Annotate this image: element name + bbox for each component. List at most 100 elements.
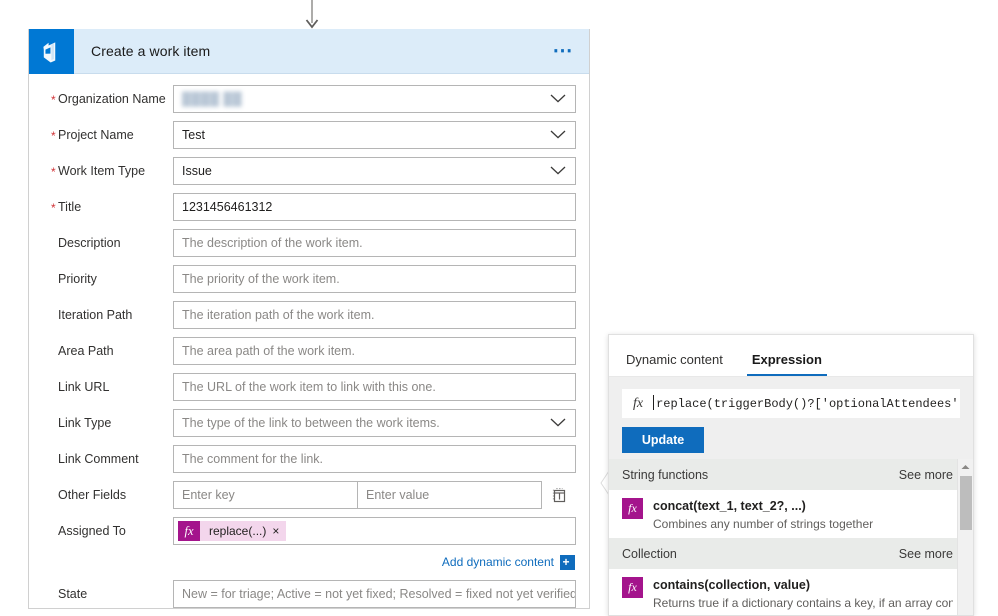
required-marker: *	[51, 201, 56, 215]
scroll-thumb[interactable]	[960, 476, 972, 530]
expression-input[interactable]: fx replace(triggerBody()?['optionalAtten…	[622, 389, 960, 418]
field-row-description: Description The description of the work …	[42, 228, 576, 258]
function-list-scrollbar[interactable]	[957, 459, 973, 615]
function-group-name: String functions	[622, 467, 709, 482]
field-row-link-comment: Link Comment The comment for the link.	[42, 444, 576, 474]
assigned-to-input[interactable]: fx replace(...) ×	[173, 517, 576, 545]
fx-icon: fx	[178, 521, 200, 541]
field-row-link-url: Link URL The URL of the work item to lin…	[42, 372, 576, 402]
work-item-type-dropdown[interactable]: Issue	[173, 157, 576, 185]
chevron-down-icon	[550, 416, 566, 430]
other-fields-group: Enter key Enter value	[173, 481, 576, 509]
field-label-assigned-to: Assigned To	[58, 524, 126, 538]
chevron-down-icon	[550, 128, 566, 142]
arrow-down-icon	[305, 0, 319, 30]
link-type-placeholder: The type of the link to between the work…	[182, 416, 440, 430]
action-card-header: Create a work item ⋯	[29, 28, 589, 74]
expression-token-label: replace(...)	[209, 524, 267, 538]
field-label-link-type: Link Type	[58, 416, 112, 430]
field-row-assigned-to: Assigned To fx replace(...) ×	[42, 516, 576, 546]
field-row-other-fields: Other Fields Enter key Enter value	[42, 480, 576, 510]
priority-input[interactable]: The priority of the work item.	[173, 265, 576, 293]
function-text: concat(text_1, text_2?, ...) Combines an…	[653, 497, 873, 531]
field-label-link-comment: Link Comment	[58, 452, 139, 466]
project-name-dropdown[interactable]: Test	[173, 121, 576, 149]
plus-icon[interactable]: +	[560, 554, 575, 570]
iteration-path-input[interactable]: The iteration path of the work item.	[173, 301, 576, 329]
function-description: Combines any number of strings together	[653, 517, 874, 531]
field-row-project-name: * Project Name Test	[42, 120, 576, 150]
tab-expression[interactable]: Expression	[746, 352, 828, 376]
area-path-placeholder: The area path of the work item.	[182, 344, 356, 358]
state-placeholder: New = for triage; Active = not yet fixed…	[182, 587, 576, 601]
function-group-header-collection: Collection See more	[609, 538, 973, 569]
field-label-description: Description	[58, 236, 121, 250]
state-input[interactable]: New = for triage; Active = not yet fixed…	[173, 580, 576, 608]
field-row-work-item-type: * Work Item Type Issue	[42, 156, 576, 186]
field-label-link-url: Link URL	[58, 380, 110, 394]
other-fields-value-input[interactable]: Enter value	[358, 481, 542, 509]
field-row-iteration-path: Iteration Path The iteration path of the…	[42, 300, 576, 330]
function-list: String functions See more fx concat(text…	[609, 459, 973, 615]
see-more-link[interactable]: See more	[899, 547, 953, 561]
function-item-contains[interactable]: fx contains(collection, value) Returns t…	[609, 569, 973, 615]
priority-placeholder: The priority of the work item.	[182, 272, 340, 286]
update-button[interactable]: Update	[622, 427, 704, 453]
field-label-iteration-path: Iteration Path	[58, 308, 133, 322]
function-group-name: Collection	[622, 546, 677, 561]
field-label-area-path: Area Path	[58, 344, 114, 358]
fx-icon: fx	[622, 498, 643, 519]
chevron-down-icon	[550, 164, 566, 178]
organization-name-dropdown[interactable]: ████ ██	[173, 85, 576, 113]
fx-icon: fx	[622, 577, 643, 598]
field-label-other-fields: Other Fields	[58, 488, 127, 502]
field-row-priority: Priority The priority of the work item.	[42, 264, 576, 294]
chevron-down-icon	[550, 92, 566, 106]
title-value: 1231456461312	[182, 200, 273, 214]
expression-editor-area: fx replace(triggerBody()?['optionalAtten…	[609, 377, 973, 453]
field-row-link-type: Link Type The type of the link to betwee…	[42, 408, 576, 438]
field-row-title: * Title 1231456461312	[42, 192, 576, 222]
field-label-state: State	[58, 587, 88, 601]
expression-value: replace(triggerBody()?['optionalAttendee…	[653, 394, 959, 411]
dynamic-content-panel: Dynamic content Expression fx replace(tr…	[608, 334, 974, 616]
action-card-title: Create a work item	[91, 43, 211, 59]
field-row-area-path: Area Path The area path of the work item…	[42, 336, 576, 366]
expression-token[interactable]: fx replace(...) ×	[178, 521, 287, 541]
description-placeholder: The description of the work item.	[182, 236, 363, 250]
azure-devops-icon	[29, 28, 74, 74]
function-signature: concat(text_1, text_2?, ...)	[653, 499, 806, 513]
dynamic-content-tabs: Dynamic content Expression	[609, 335, 973, 377]
add-dynamic-content-link[interactable]: Add dynamic content	[442, 555, 554, 569]
function-text: contains(collection, value) Returns true…	[653, 576, 953, 610]
action-card: Create a work item ⋯ * Organization Name…	[28, 28, 590, 609]
project-name-value: Test	[182, 128, 205, 142]
scroll-up-icon[interactable]	[958, 459, 973, 475]
iteration-path-placeholder: The iteration path of the work item.	[182, 308, 375, 322]
organization-name-value: ████ ██	[182, 92, 243, 106]
field-label-title: * Title	[51, 200, 82, 215]
field-row-organization-name: * Organization Name ████ ██	[42, 84, 576, 114]
close-icon[interactable]: ×	[272, 525, 286, 537]
other-fields-value-placeholder: Enter value	[366, 488, 430, 502]
action-card-body: * Organization Name ████ ██ * Project Na…	[29, 74, 589, 616]
function-signature: contains(collection, value)	[653, 578, 810, 592]
required-marker: *	[51, 165, 56, 179]
work-item-type-value: Issue	[182, 164, 212, 178]
other-fields-key-placeholder: Enter key	[182, 488, 235, 502]
field-row-state: State New = for triage; Active = not yet…	[42, 579, 576, 609]
link-comment-input[interactable]: The comment for the link.	[173, 445, 576, 473]
description-input[interactable]: The description of the work item.	[173, 229, 576, 257]
action-card-menu-button[interactable]: ⋯	[553, 41, 576, 61]
area-path-input[interactable]: The area path of the work item.	[173, 337, 576, 365]
trash-icon[interactable]	[542, 487, 576, 503]
tab-dynamic-content[interactable]: Dynamic content	[621, 352, 728, 376]
field-label-organization-name: * Organization Name	[51, 92, 166, 107]
function-item-concat[interactable]: fx concat(text_1, text_2?, ...) Combines…	[609, 490, 973, 538]
title-input[interactable]: 1231456461312	[173, 193, 576, 221]
link-type-dropdown[interactable]: The type of the link to between the work…	[173, 409, 576, 437]
see-more-link[interactable]: See more	[899, 468, 953, 482]
link-url-input[interactable]: The URL of the work item to link with th…	[173, 373, 576, 401]
required-marker: *	[51, 129, 56, 143]
other-fields-key-input[interactable]: Enter key	[173, 481, 358, 509]
